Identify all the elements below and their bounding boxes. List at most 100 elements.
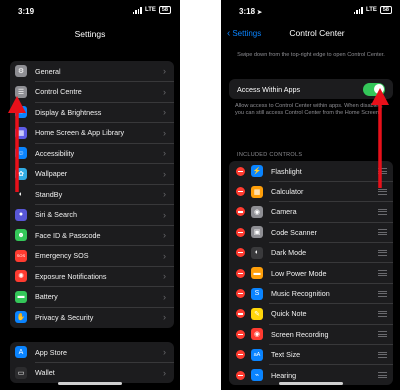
status-time: 3:19 [18,7,35,16]
reorder-handle-icon[interactable] [378,331,387,338]
chevron-right-icon: › [163,230,166,241]
chevron-right-icon: › [163,291,166,302]
row-label: Privacy & Security [35,312,94,322]
remove-control-button[interactable] [236,289,245,299]
settings-row-wallpaper[interactable]: ✿ Wallpaper › [10,164,174,185]
status-time: 3:18 ➤ [239,7,263,16]
allow-description: Allow access to Control Center within ap… [235,103,383,116]
remove-control-button[interactable] [236,187,245,197]
settings-row-wallet[interactable]: ▭ Wallet › [10,363,174,384]
control-label: Hearing [271,370,297,380]
row-label: Display & Brightness [35,107,102,117]
reorder-handle-icon[interactable] [378,372,387,379]
row-label: Siri & Search [35,210,77,220]
chevron-right-icon: › [163,127,166,138]
exposure-icon: ✺ [15,270,27,283]
back-button[interactable]: ‹ Settings [227,28,261,39]
access-within-apps-row: Access Within Apps [229,79,393,99]
chevron-right-icon: › [163,209,166,220]
chevron-right-icon: › [163,312,166,323]
remove-control-button[interactable] [236,268,245,278]
settings-row-emergency-sos[interactable]: SOS Emergency SOS › [10,246,174,267]
reorder-handle-icon[interactable] [378,351,387,358]
control-label: Code Scanner [271,227,317,237]
reorder-handle-icon[interactable] [378,290,387,297]
settings-row-display-brightness[interactable]: ☀Display & Brightness› [10,102,174,123]
hearing-icon: ⌁ [251,369,263,382]
back-label: Settings [232,29,262,38]
reorder-handle-icon[interactable] [378,208,387,215]
control-label: Quick Note [271,309,307,319]
control-label: Screen Recording [271,329,329,339]
row-label: Wallpaper [35,169,68,179]
code-scanner-icon: ▣ [251,226,263,239]
remove-control-button[interactable] [236,309,245,319]
settings-row-home-screen-app-library[interactable]: ▦ Home Screen & App Library › [10,123,174,144]
chevron-right-icon: › [163,148,166,159]
settings-row-control-centre[interactable]: ☰ Control Centre › [10,82,174,103]
control-row-music-recognition: S Music Recognition [229,283,393,305]
network-label: LTE [365,7,377,13]
row-label: Battery [35,292,58,302]
control-label: Text Size [271,350,301,360]
control-row-dark-mode: ◐ Dark Mode [229,243,393,264]
control-label: Low Power Mode [271,268,327,278]
settings-row-privacy-security[interactable]: ✋ Privacy & Security › [10,307,174,328]
settings-row-app-store[interactable]: A App Store › [10,342,174,363]
remove-control-button[interactable] [236,370,245,380]
camera-icon: ◉ [251,205,263,218]
settings-row-siri-search[interactable]: ● Siri & Search › [10,205,174,226]
settings-row-battery[interactable]: ▬ Battery › [10,287,174,308]
remove-control-button[interactable] [236,329,245,339]
cellular-signal-icon [132,7,142,14]
settings-screen: 3:19 LTE 58 Settings ⚙ General › ☰ Control C… [0,0,180,390]
chevron-left-icon: ‹ [227,28,231,39]
flashlight-icon: ⚡ [251,165,263,178]
access-within-apps-label: Access Within Apps [237,84,301,94]
settings-row-face-id-passcode[interactable]: ☻ Face ID & Passcode › [10,225,174,246]
face-id-icon: ☻ [15,229,27,242]
row-label: App Store [35,347,67,357]
text-size-icon: aA [251,348,263,361]
settings-row-accessibility[interactable]: ☺ Accessibility › [10,143,174,164]
quick-note-icon: ✎ [251,307,263,320]
row-label: Accessibility [35,148,75,158]
remove-control-button[interactable] [236,166,245,176]
settings-row-standby[interactable]: ◐ StandBy › [10,184,174,205]
calculator-icon: ▦ [251,185,263,198]
reorder-handle-icon[interactable] [378,249,387,256]
reorder-handle-icon[interactable] [378,310,387,317]
chevron-right-icon: › [163,271,166,282]
battery-icon: ▬ [15,290,27,303]
music-recognition-icon: S [251,287,263,300]
chevron-right-icon: › [163,189,166,200]
remove-control-button[interactable] [236,227,245,237]
remove-control-button[interactable] [236,207,245,217]
battery-indicator: 58 [158,6,171,14]
cellular-signal-icon [353,7,363,14]
reorder-handle-icon[interactable] [378,270,387,277]
control-row-code-scanner: ▣ Code Scanner [229,222,393,243]
control-row-low-power-mode: ▬ Low Power Mode [229,263,393,284]
control-label: Camera [271,207,297,217]
row-label: Exposure Notifications [35,271,107,281]
row-label: Control Centre [35,87,82,97]
intro-text: Swipe down from the top-right edge to op… [237,52,385,58]
row-label: StandBy [35,189,63,199]
remove-control-button[interactable] [236,350,245,360]
battery-indicator: 58 [379,6,392,14]
up-arrow-annotation [8,96,26,192]
reorder-handle-icon[interactable] [378,229,387,236]
remove-control-button[interactable] [236,248,245,258]
siri-icon: ● [15,208,27,221]
chevron-right-icon: › [163,168,166,179]
chevron-right-icon: › [163,86,166,97]
settings-row-exposure-notifications[interactable]: ✺ Exposure Notifications › [10,266,174,287]
row-label: Face ID & Passcode [35,230,101,240]
control-label: Music Recognition [271,289,330,299]
status-bar: 3:18 ➤ LTE 58 [221,0,400,24]
control-center-screen: 3:18 ➤ LTE 58 Control Center ‹ Settings S… [221,0,400,390]
settings-row-general[interactable]: ⚙ General › [10,61,174,82]
low-power-icon: ▬ [251,267,263,280]
settings-group-main: ⚙General›☰Control Centre›☀Display & Brig… [10,61,174,328]
